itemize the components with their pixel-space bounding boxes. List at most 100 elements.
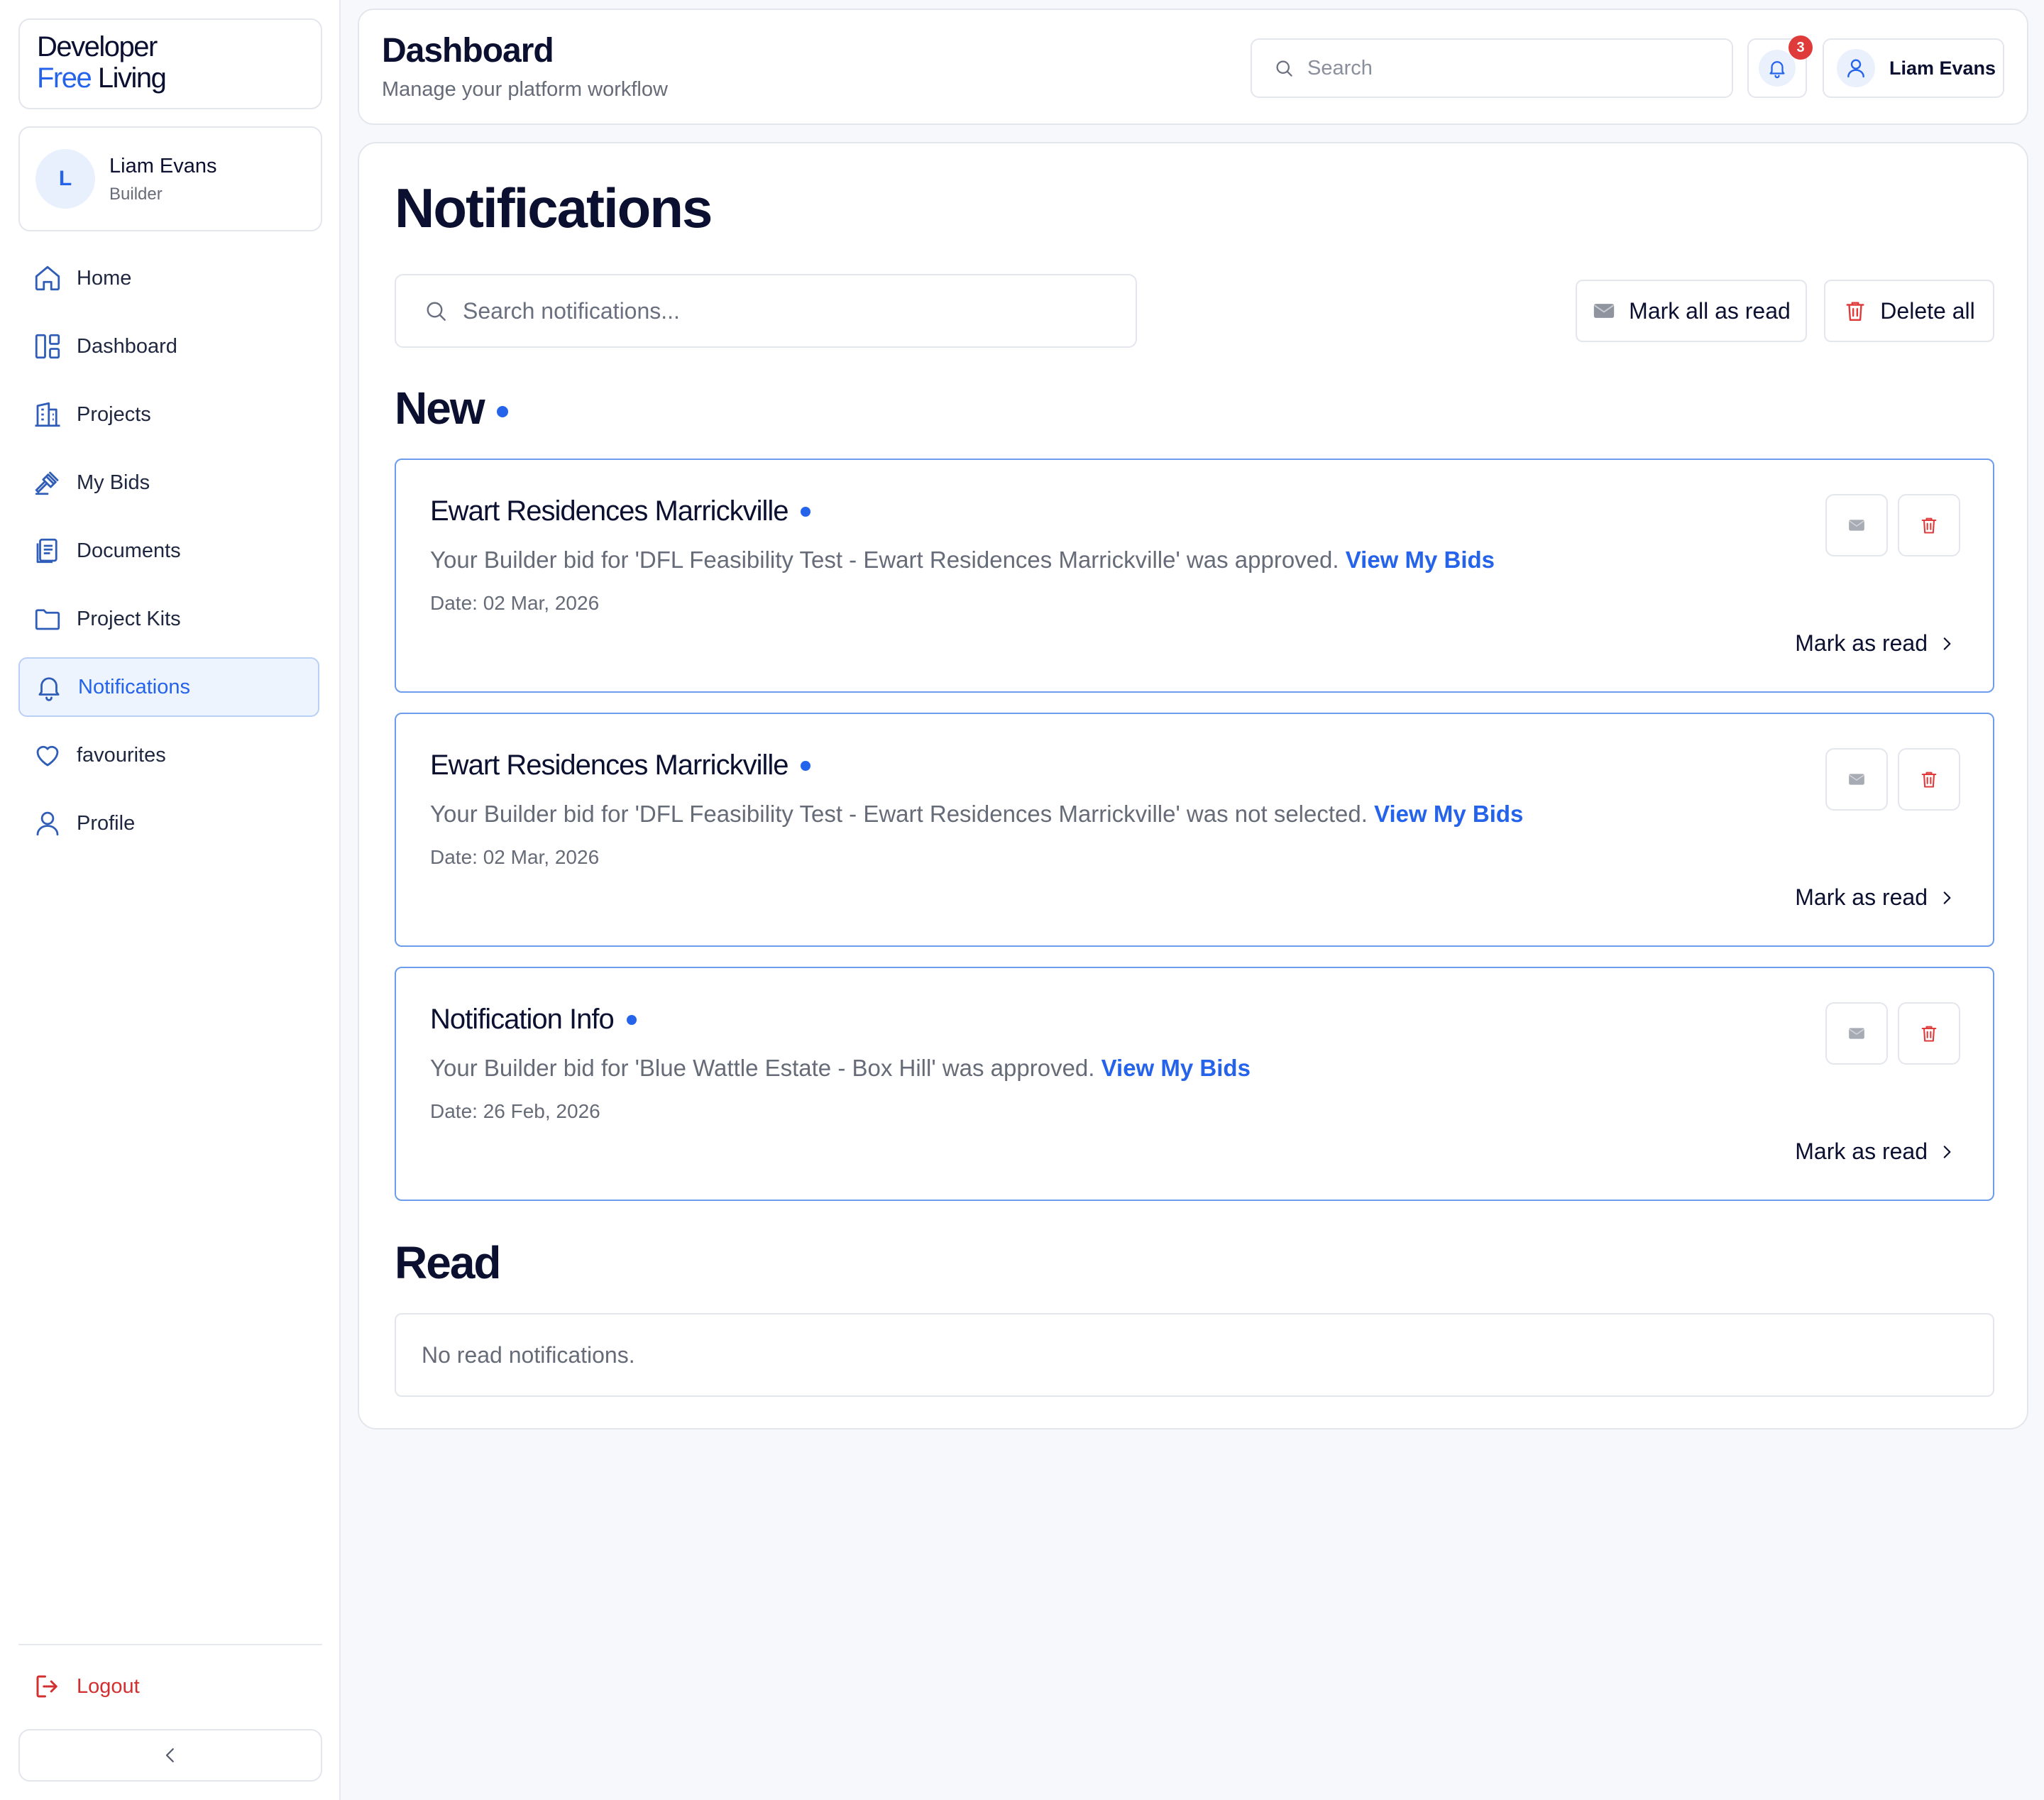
top-header: Dashboard Manage your platform workflow …	[358, 9, 2028, 125]
notification-message: Your Builder bid for 'Blue Wattle Estate…	[430, 1055, 1095, 1081]
sidebar-item-label: My Bids	[77, 471, 150, 494]
sidebar-item-label: Documents	[77, 539, 181, 562]
user-icon	[36, 811, 59, 836]
envelope-icon	[1849, 774, 1864, 785]
mark-as-read-link[interactable]: Mark as read	[1795, 630, 1956, 657]
header-user-name: Liam Evans	[1889, 57, 1996, 79]
user-role: Builder	[109, 185, 163, 204]
notification-card: Notification Info Your Builder bid for '…	[395, 967, 1994, 1201]
mark-as-read-link[interactable]: Mark as read	[1795, 884, 1956, 911]
chevron-right-icon	[1943, 1145, 1951, 1158]
trash-icon	[1921, 1026, 1937, 1042]
sidebar-item-project-kits[interactable]: Project Kits	[18, 589, 319, 649]
page-title: Notifications	[395, 177, 713, 239]
notification-title: Ewart Residences Marrickville	[430, 495, 789, 527]
sidebar-item-profile[interactable]: Profile	[18, 794, 319, 853]
unread-dot	[626, 1014, 637, 1025]
chevron-left-icon	[165, 1748, 174, 1762]
view-my-bids-link[interactable]: View My Bids	[1374, 801, 1523, 827]
sidebar-item-label: Projects	[77, 402, 151, 426]
sidebar-item-label: Notifications	[78, 675, 190, 698]
collapse-sidebar-button[interactable]	[18, 1729, 322, 1782]
notification-message-row: Your Builder bid for 'DFL Feasibility Te…	[430, 801, 1523, 828]
notification-card: Ewart Residences Marrickville Your Build…	[395, 459, 1994, 693]
home-icon	[35, 265, 60, 291]
header-search-box[interactable]	[1251, 38, 1733, 98]
bell-icon	[1769, 61, 1785, 79]
sidebar-item-label: Profile	[77, 811, 136, 835]
brand-accent: Free	[37, 62, 92, 94]
new-section-heading: New	[395, 383, 485, 434]
delete-notification-button[interactable]	[1898, 494, 1960, 556]
mark-as-read-label: Mark as read	[1795, 630, 1928, 656]
sidebar-user-card: L Liam Evans Builder	[18, 126, 322, 231]
sidebar-item-my-bids[interactable]: My Bids	[18, 453, 319, 512]
notifications-search-input[interactable]	[463, 297, 1101, 324]
sidebar-item-dashboard[interactable]: Dashboard	[18, 317, 319, 376]
building-icon	[35, 402, 60, 427]
heart-icon	[36, 745, 59, 767]
notifications-bell-button[interactable]: 3	[1747, 35, 1813, 98]
header-search-input[interactable]	[1307, 56, 1705, 80]
header-title: Dashboard	[382, 32, 554, 70]
unread-dot	[801, 506, 811, 517]
delete-all-button[interactable]: Delete all	[1824, 280, 1994, 342]
user-menu-button[interactable]: Liam Evans	[1823, 38, 2004, 98]
logout-button[interactable]: Logout	[18, 1658, 319, 1715]
trash-icon	[1921, 772, 1937, 788]
brand-line-1: Developer	[37, 31, 158, 62]
dashboard-grid-icon	[35, 334, 60, 359]
notification-message-row: Your Builder bid for 'Blue Wattle Estate…	[430, 1055, 1251, 1082]
notification-title: Notification Info	[430, 1004, 615, 1035]
delete-all-label: Delete all	[1880, 297, 1975, 324]
notification-date: Date: 26 Feb, 2026	[430, 1100, 600, 1122]
logout-label: Logout	[77, 1674, 140, 1698]
document-icon	[36, 538, 57, 564]
mark-read-icon-button[interactable]	[1825, 494, 1888, 556]
search-icon	[1276, 60, 1292, 77]
search-icon	[427, 302, 446, 321]
gavel-icon	[35, 471, 59, 495]
sidebar-item-label: Home	[77, 266, 132, 290]
notification-message: Your Builder bid for 'DFL Feasibility Te…	[430, 801, 1368, 827]
notification-message: Your Builder bid for 'DFL Feasibility Te…	[430, 547, 1339, 573]
brand-line-2: Free Living	[37, 62, 321, 94]
mark-read-icon-button[interactable]	[1825, 748, 1888, 811]
view-my-bids-link[interactable]: View My Bids	[1101, 1055, 1251, 1081]
sidebar-item-favourites[interactable]: favourites	[18, 725, 319, 785]
mark-as-read-link[interactable]: Mark as read	[1795, 1138, 1956, 1165]
envelope-icon	[1849, 1028, 1864, 1039]
notification-date: Date: 02 Mar, 2026	[430, 592, 600, 614]
trash-icon	[1846, 302, 1864, 321]
notification-count-badge: 3	[1788, 35, 1813, 60]
sidebar-item-label: Project Kits	[77, 607, 181, 630]
sidebar-item-home[interactable]: Home	[18, 248, 319, 308]
mark-all-read-button[interactable]: Mark all as read	[1576, 280, 1807, 342]
notification-title-row: Ewart Residences Marrickville	[430, 750, 811, 781]
sidebar-item-documents[interactable]: Documents	[18, 521, 319, 581]
chevron-right-icon	[1943, 891, 1951, 904]
mark-as-read-label: Mark as read	[1795, 1138, 1928, 1164]
envelope-icon	[1594, 304, 1615, 318]
notification-message-row: Your Builder bid for 'DFL Feasibility Te…	[430, 547, 1495, 574]
mark-read-icon-button[interactable]	[1825, 1002, 1888, 1065]
read-section-heading: Read	[395, 1237, 501, 1288]
view-my-bids-link[interactable]: View My Bids	[1346, 547, 1495, 573]
sidebar-item-projects[interactable]: Projects	[18, 385, 319, 444]
notifications-search-box[interactable]	[395, 274, 1137, 348]
delete-notification-button[interactable]	[1898, 1002, 1960, 1065]
new-indicator-dot	[497, 406, 508, 417]
sidebar-divider	[18, 1644, 322, 1645]
logout-icon	[36, 1675, 57, 1698]
notification-title-row: Ewart Residences Marrickville	[430, 495, 811, 527]
envelope-icon	[1849, 520, 1864, 531]
brand-logo[interactable]: Developer Free Living	[18, 18, 322, 109]
sidebar-item-notifications[interactable]: Notifications	[18, 657, 319, 717]
user-icon	[1847, 59, 1864, 78]
folder-icon	[35, 609, 60, 630]
bell-icon	[38, 677, 60, 701]
sidebar: Developer Free Living L Liam Evans Build…	[0, 0, 341, 1800]
mark-all-read-label: Mark all as read	[1629, 297, 1791, 324]
notification-date: Date: 02 Mar, 2026	[430, 846, 600, 868]
delete-notification-button[interactable]	[1898, 748, 1960, 811]
